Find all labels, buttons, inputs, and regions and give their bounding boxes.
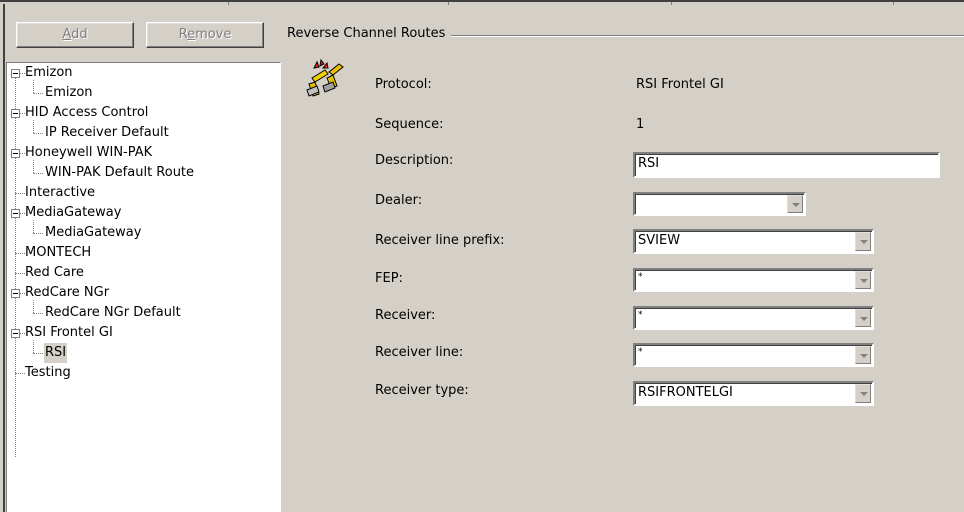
tree-connector — [33, 80, 34, 93]
receiver-type-label: Receiver type: — [375, 383, 469, 398]
tree-connector — [15, 373, 25, 374]
tree-connector — [33, 353, 43, 354]
chevron-down-icon[interactable] — [855, 232, 871, 251]
group-title: Reverse Channel Routes — [287, 26, 452, 41]
remove-button-accelerator: e — [187, 27, 196, 42]
receiver-dropdown[interactable]: * — [633, 306, 874, 330]
tree-item-redcare-ngr[interactable]: RedCare NGr — [25, 283, 109, 303]
description-label: Description: — [375, 153, 454, 168]
collapse-icon[interactable] — [11, 209, 20, 218]
collapse-icon[interactable] — [11, 329, 20, 338]
top-tab-strip — [0, 0, 964, 5]
tree-connector — [15, 193, 25, 194]
receiver-line-value: * — [638, 347, 643, 357]
tree-item-win-pak-default-route[interactable]: WIN-PAK Default Route — [45, 163, 194, 183]
tree-item-mediagateway-child[interactable]: MediaGateway — [45, 223, 141, 243]
tree-connector — [33, 160, 34, 173]
receiver-line-prefix-value: SVIEW — [638, 233, 681, 248]
tree-connector — [33, 313, 43, 314]
tree-item-mediagateway[interactable]: MediaGateway — [25, 203, 121, 223]
dealer-label: Dealer: — [375, 193, 423, 208]
tree-item-montech[interactable]: MONTECH — [25, 243, 91, 263]
receiver-type-dropdown[interactable]: RSIFRONTELGI — [633, 381, 874, 406]
tree-connector — [15, 73, 16, 457]
tree-item-ip-receiver-default[interactable]: IP Receiver Default — [45, 123, 169, 143]
tree-item-testing[interactable]: Testing — [25, 363, 71, 383]
chevron-down-icon[interactable] — [855, 309, 871, 327]
chevron-down-icon[interactable] — [855, 271, 871, 289]
tab-strip-segment — [0, 2, 229, 5]
tree-connector — [33, 220, 34, 233]
tree-item-redcare-ngr-default[interactable]: RedCare NGr Default — [45, 303, 181, 323]
receiver-value: * — [638, 310, 643, 320]
tree-item-interactive[interactable]: Interactive — [25, 183, 95, 203]
collapse-icon[interactable] — [11, 109, 20, 118]
tab-strip-segment — [228, 2, 449, 5]
collapse-icon[interactable] — [11, 289, 20, 298]
chevron-down-icon[interactable] — [855, 384, 871, 403]
collapse-icon[interactable] — [11, 149, 20, 158]
tree-connector — [33, 300, 34, 313]
tree-item-rsi-frontel-gi[interactable]: RSI Frontel GI — [25, 323, 113, 343]
collapse-icon[interactable] — [11, 69, 20, 78]
route-tree[interactable]: Emizon Emizon HID Access Control IP Rece… — [6, 62, 281, 512]
add-button-label-post: dd — [71, 27, 88, 42]
tree-connector — [15, 273, 25, 274]
tree-connector — [33, 233, 43, 234]
receiver-line-dropdown[interactable]: * — [633, 343, 874, 367]
tree-item-honeywell-win-pak[interactable]: Honeywell WIN-PAK — [25, 143, 152, 163]
tab-strip-segment — [671, 2, 894, 5]
tab-strip-segment — [448, 2, 672, 5]
tree-item-rsi[interactable]: RSI — [44, 343, 68, 363]
tree-connector — [33, 93, 43, 94]
remove-button[interactable]: Remove — [146, 22, 264, 48]
receiver-line-label: Receiver line: — [375, 345, 464, 360]
chevron-down-icon[interactable] — [855, 346, 871, 364]
receiver-line-prefix-label: Receiver line prefix: — [375, 233, 505, 248]
tree-connector — [33, 173, 43, 174]
reverse-channel-route-icon — [306, 58, 344, 97]
receiver-line-prefix-dropdown[interactable]: SVIEW — [633, 229, 874, 254]
fep-dropdown[interactable]: * — [633, 268, 874, 292]
tree-connector — [33, 340, 34, 353]
chevron-down-icon[interactable] — [787, 195, 803, 213]
sequence-value: 1 — [636, 117, 645, 132]
tree-connector — [33, 120, 34, 133]
remove-button-label-pre: R — [178, 27, 188, 42]
protocol-value: RSI Frontel GI — [636, 77, 724, 92]
receiver-type-value: RSIFRONTELGI — [638, 385, 733, 400]
sequence-label: Sequence: — [375, 117, 444, 132]
tree-item-emizon-child[interactable]: Emizon — [45, 83, 93, 103]
description-field[interactable]: RSI — [633, 152, 940, 178]
tree-item-hid-access-control[interactable]: HID Access Control — [25, 103, 148, 123]
receiver-label: Receiver: — [375, 308, 436, 323]
dealer-dropdown[interactable] — [633, 192, 806, 216]
tree-connector — [33, 133, 43, 134]
add-button[interactable]: Add — [16, 22, 134, 48]
remove-button-label-post: move — [195, 27, 232, 42]
tree-connector — [15, 253, 25, 254]
protocol-label: Protocol: — [375, 77, 432, 92]
tree-item-red-care[interactable]: Red Care — [25, 263, 84, 283]
add-button-accelerator: A — [62, 27, 72, 42]
fep-value: * — [638, 272, 643, 282]
fep-label: FEP: — [375, 271, 403, 286]
